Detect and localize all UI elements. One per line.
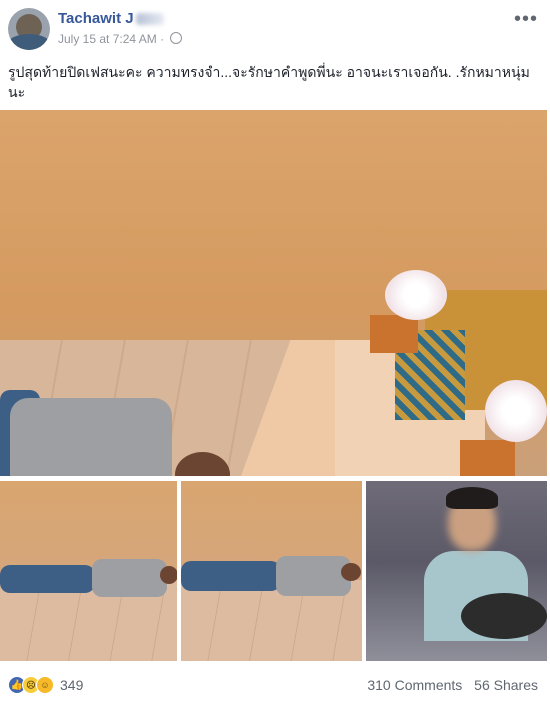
post-photo-thumb-3[interactable] xyxy=(366,481,547,661)
person-jeans xyxy=(181,561,281,591)
person-shirt xyxy=(10,398,172,476)
author-name-text: Tachawit J xyxy=(58,10,134,27)
post-photo-thumb-1[interactable] xyxy=(0,481,177,661)
person-shirt xyxy=(276,556,351,596)
person-jeans xyxy=(0,565,95,593)
comments-count[interactable]: 310 Comments xyxy=(367,677,462,693)
post-caption: รูปสุดท้ายปิดเฟสนะคะ ความทรงจำ...จะรักษา… xyxy=(8,64,530,100)
post-meta: July 15 at 7:24 AM · xyxy=(58,32,183,46)
flower-pot xyxy=(460,440,515,476)
post-footer: 👍 ☹ ☺ 349 310 Comments 56 Shares xyxy=(0,672,550,702)
person-hair xyxy=(446,487,498,509)
avatar-shoulders xyxy=(8,34,50,50)
person-shirt xyxy=(92,559,167,597)
white-flowers xyxy=(385,270,447,320)
white-flowers xyxy=(485,380,547,442)
post-header: Tachawit J July 15 at 7:24 AM · ••• xyxy=(0,0,550,55)
post-timestamp[interactable]: July 15 at 7:24 AM xyxy=(58,32,157,46)
author-avatar[interactable] xyxy=(8,8,50,50)
facebook-post: Tachawit J July 15 at 7:24 AM · ••• รูปส… xyxy=(0,0,550,702)
globe-icon[interactable] xyxy=(170,32,183,44)
flower-pot xyxy=(370,315,418,353)
haha-icon: ☺ xyxy=(36,676,54,694)
reactions-summary[interactable]: 👍 ☹ ☺ 349 xyxy=(8,676,83,694)
more-options-icon[interactable]: ••• xyxy=(514,8,538,31)
shares-count[interactable]: 56 Shares xyxy=(474,677,538,693)
reaction-count: 349 xyxy=(60,677,84,693)
blurred-name-redaction xyxy=(135,13,164,26)
meta-separator: · xyxy=(160,32,168,46)
post-photo-thumb-2[interactable] xyxy=(181,481,362,661)
author-name[interactable]: Tachawit J xyxy=(58,10,164,27)
grill-pan xyxy=(461,593,547,639)
post-photo-main[interactable] xyxy=(0,110,547,476)
person-head xyxy=(160,566,177,584)
person-head xyxy=(341,563,361,581)
engagement-stats: 310 Comments 56 Shares xyxy=(359,677,538,693)
